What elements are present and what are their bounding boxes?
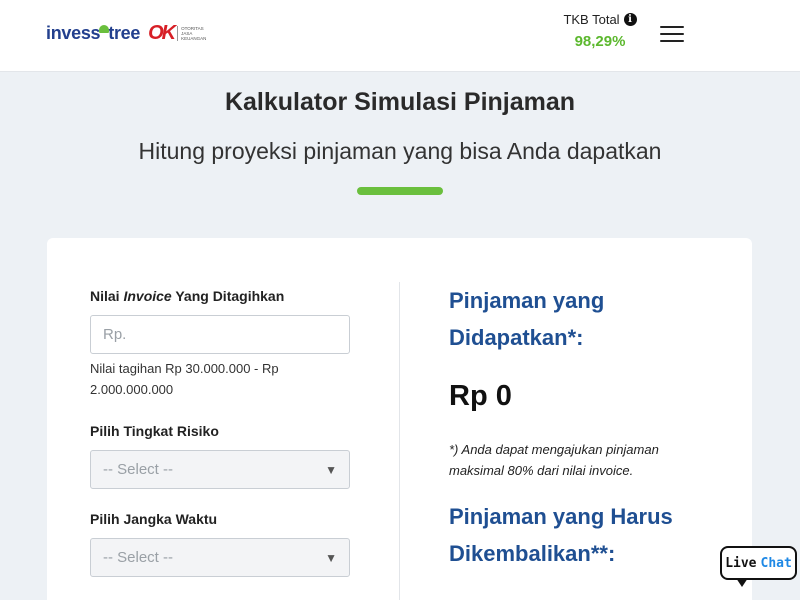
invoice-label-prefix: Nilai (90, 288, 124, 304)
caret-down-icon: ▼ (325, 550, 337, 565)
loan-received-amount: Rp 0 (449, 380, 512, 412)
invoice-helper-text: Nilai tagihan Rp 30.000.000 - Rp 2.000.0… (90, 361, 279, 397)
caret-down-icon: ▼ (325, 462, 337, 477)
loan-repay-heading: Pinjaman yang Harus Dikembalikan**: (449, 504, 673, 566)
ojk-logo: OK OTORITAS JASA KEUANGAN (148, 22, 206, 45)
tkb-total: TKB Total i 98,29% (560, 12, 640, 50)
ojk-sub-line3: KEUANGAN (181, 36, 207, 41)
invoice-label-em: Invoice (123, 288, 172, 304)
tkb-value: 98,29% (574, 33, 626, 50)
term-label: Pilih Jangka Waktu (90, 511, 218, 527)
loan-received-heading: Pinjaman yang Didapatkan*: (449, 288, 605, 350)
investree-ojk-logo[interactable]: invess tree OK OTORITAS JASA KEUANGAN (46, 22, 206, 45)
invoice-label-suffix: Yang Ditagihkan (171, 288, 285, 304)
logo-text-part1: inves (46, 23, 91, 43)
loan-note: *) Anda dapat mengajukan pinjaman maksim… (449, 442, 659, 478)
tkb-label-row: TKB Total i (560, 12, 640, 27)
investree-logo: invess tree (46, 23, 141, 43)
ojk-subtitle: OTORITAS JASA KEUANGAN (177, 26, 206, 41)
chat-bubble-tail-icon (736, 578, 748, 587)
live-chat-button[interactable]: Live Chat (720, 546, 797, 580)
risk-level-select[interactable]: -- Select -- ▼ (90, 450, 350, 489)
site-header: invess tree OK OTORITAS JASA KEUANGAN TKB… (0, 0, 800, 72)
ojk-mark: OK (148, 22, 176, 44)
page-subtitle: Hitung proyeksi pinjaman yang bisa Anda … (138, 138, 662, 164)
loan-term-selected: -- Select -- (103, 549, 174, 566)
live-chat-live: Live (725, 555, 757, 571)
column-divider (399, 282, 400, 600)
menu-line (660, 40, 684, 42)
leaf-icon (99, 25, 110, 33)
invoice-amount-input[interactable] (90, 315, 350, 354)
tkb-label: TKB Total (563, 12, 620, 27)
live-chat-chat: Chat (760, 555, 792, 571)
info-icon[interactable]: i (623, 13, 637, 26)
menu-line (660, 33, 684, 35)
hamburger-menu-icon[interactable] (660, 26, 684, 42)
loan-term-select[interactable]: -- Select -- ▼ (90, 538, 350, 577)
menu-line (660, 26, 684, 28)
logo-text-part2: ree (113, 23, 141, 43)
invoice-label: Nilai Invoice Yang Ditagihkan (90, 288, 284, 304)
title-accent-bar (357, 187, 443, 195)
risk-label: Pilih Tingkat Risiko (90, 423, 219, 439)
page-title: Kalkulator Simulasi Pinjaman (224, 88, 576, 116)
risk-level-selected: -- Select -- (103, 461, 174, 478)
calculator-card: Nilai Invoice Yang Ditagihkan Nilai tagi… (47, 238, 752, 600)
